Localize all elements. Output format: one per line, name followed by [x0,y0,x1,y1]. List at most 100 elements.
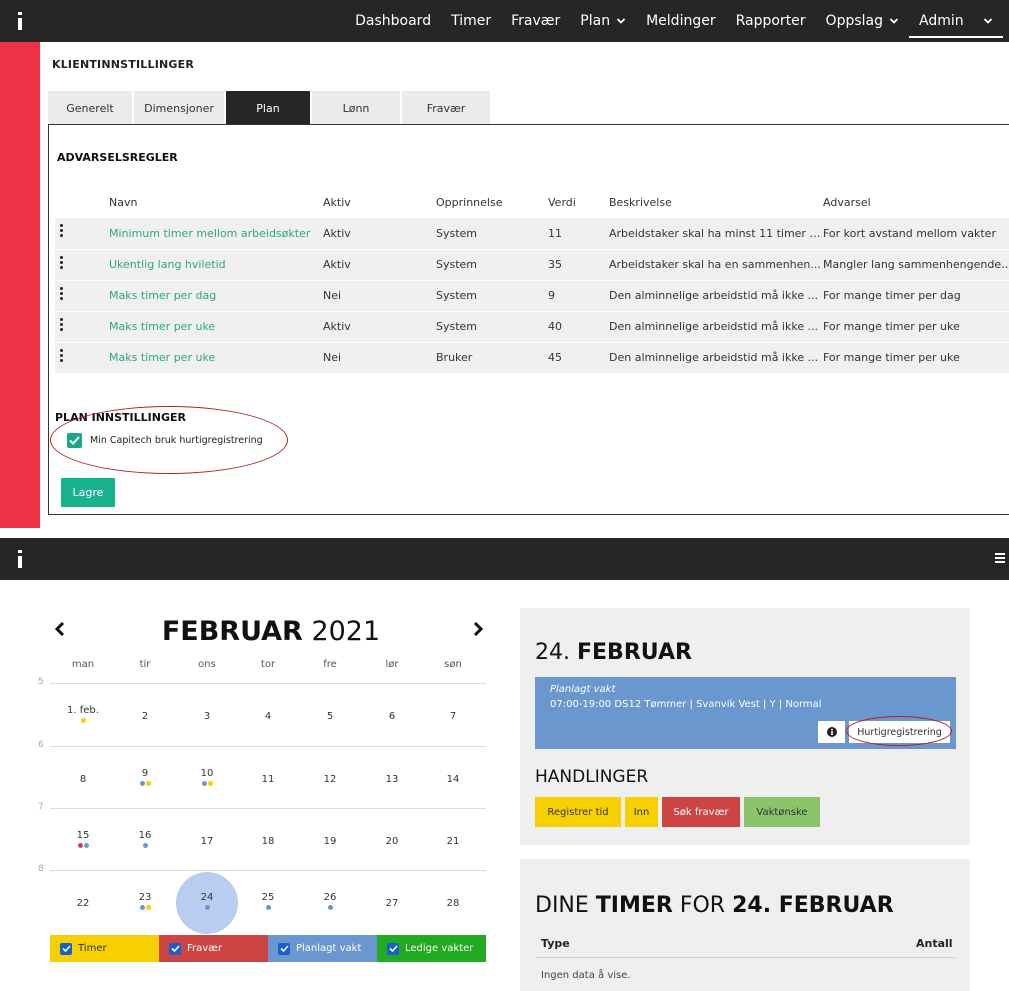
calendar-day[interactable]: 19 [310,836,350,847]
action-button-2[interactable]: Søk fravær [662,797,740,827]
nav-item-label: Plan [580,13,611,29]
row-menu-cell[interactable] [55,311,109,342]
tab-2[interactable]: Plan [226,91,310,125]
nav-item-7[interactable]: Admin [909,4,1003,38]
calendar-day[interactable]: 24 [187,892,227,903]
calendar-day[interactable]: 16 [125,830,165,841]
app-logo[interactable] [0,538,40,580]
calendar-day[interactable]: 14 [433,774,473,785]
rule-name-link[interactable]: Minimum timer mellom arbeidsøkter [109,218,323,249]
event-dot [142,843,148,848]
rule-name-link[interactable]: Ukentlig lang hviletid [109,249,323,280]
calendar-day[interactable]: 28 [433,898,473,909]
calendar-day[interactable]: 12 [310,774,350,785]
kebab-menu-icon[interactable] [60,224,64,239]
rule-name-link[interactable]: Maks timer per dag [109,280,323,311]
legend-filter-3[interactable]: Ledige vakter [377,935,486,962]
action-button-1[interactable]: Inn [625,797,658,827]
count-column-header: Antall [916,937,953,950]
event-dot [327,905,333,910]
calendar-day[interactable]: 25 [248,892,288,903]
quick-registration-option[interactable]: Min Capitech bruk hurtigregistrering [67,433,263,448]
hour-label: 6 [38,740,44,750]
calendar-day[interactable]: 13 [372,774,412,785]
legend-checkbox[interactable] [60,942,72,955]
action-button-0[interactable]: Registrer tid [535,797,621,827]
legend-checkbox[interactable] [278,942,290,955]
legend-filter-0[interactable]: Timer [50,935,159,962]
weekday-label: fre [323,659,337,670]
nav-item-6[interactable]: Oppslag [816,0,909,42]
nav-item-3[interactable]: Plan [570,0,636,42]
tab-3[interactable]: Lønn [312,91,400,125]
calendar-day[interactable]: 22 [63,898,103,909]
calendar-day[interactable]: 15 [63,830,103,841]
calendar-day[interactable]: 7 [433,711,473,722]
kebab-menu-icon[interactable] [60,317,64,333]
side-rail [0,42,40,528]
calendar-day[interactable]: 2 [125,711,165,722]
tab-1[interactable]: Dimensjoner [134,91,224,125]
nav-item-2[interactable]: Fravær [501,0,570,42]
calendar-day[interactable]: 4 [248,711,288,722]
table-row[interactable]: Maks timer per dag Nei System 9 Den alminnel… [55,280,1009,311]
calendar-day[interactable]: 1. feb. [63,705,103,716]
legend-checkbox[interactable] [387,942,399,955]
row-menu-cell[interactable] [55,280,109,311]
calendar-day[interactable]: 3 [187,711,227,722]
nav-item-5[interactable]: Rapporter [726,0,816,42]
legend-filter-1[interactable]: Fravær [159,935,268,962]
legend-checkbox[interactable] [169,942,181,955]
calendar-day[interactable]: 8 [63,774,103,785]
kebab-menu-icon[interactable] [60,286,64,302]
nav-item-1[interactable]: Timer [441,0,501,42]
tab-4[interactable]: Fravær [402,91,490,125]
table-row[interactable]: Minimum timer mellom arbeidsøkter Aktiv Sy… [55,218,1009,249]
calendar-day[interactable]: 27 [372,898,412,909]
tab-0[interactable]: Generelt [48,91,132,125]
app-logo[interactable] [0,0,40,42]
calendar-day[interactable]: 26 [310,892,350,903]
next-month-icon[interactable] [472,621,484,637]
calendar-title: FEBRUAR 2021 [50,616,492,647]
row-menu-cell[interactable] [55,249,109,280]
quick-registration-button[interactable]: Hurtigregistrering [849,721,950,743]
calendar-day[interactable]: 9 [125,768,165,779]
legend-filter-2[interactable]: Planlagt vakt [268,935,377,962]
rule-name-link[interactable]: Maks timer per uke [109,311,323,342]
rule-name-link[interactable]: Maks timer per uke [109,342,323,373]
nav-item-4[interactable]: Meldinger [636,0,726,42]
hour-gridline [50,870,486,871]
calendar-day[interactable]: 21 [433,836,473,847]
kebab-menu-icon[interactable] [60,348,64,364]
event-dot [139,781,145,786]
calendar-day[interactable]: 10 [187,768,227,779]
calendar-day[interactable]: 20 [372,836,412,847]
save-button[interactable]: Lagre [61,478,115,507]
action-button-3[interactable]: Vaktønske [744,797,820,827]
calendar-legend: Timer Fravær Planlagt vakt Ledige vakter [50,935,486,962]
empty-state-text: Ingen data å vise. [541,970,631,981]
nav-item-label: Rapporter [735,13,806,29]
calendar-day[interactable]: 6 [372,711,412,722]
calendar-day[interactable]: 23 [125,892,165,903]
cell-warning: For mange timer per dag [823,289,961,302]
nav-item-0[interactable]: Dashboard [345,0,441,42]
calendar-day[interactable]: 18 [248,836,288,847]
table-row[interactable]: Ukentlig lang hviletid Aktiv System 35 Arbei… [55,249,1009,280]
row-menu-cell[interactable] [55,218,109,249]
column-header-menu [55,187,109,218]
quick-registration-checkbox[interactable] [67,433,82,448]
weekday-label: lør [385,659,399,670]
kebab-menu-icon[interactable] [60,255,64,271]
calendar-day[interactable]: 11 [248,774,288,785]
calendar-day[interactable]: 5 [310,711,350,722]
menu-icon[interactable] [995,553,1005,563]
row-menu-cell[interactable] [55,342,109,373]
table-row[interactable]: Maks timer per uke Nei Bruker 45 Den alminne… [55,342,1009,373]
hour-label: 5 [38,677,44,687]
table-row[interactable]: Maks timer per uke Aktiv System 40 Den almin… [55,311,1009,342]
info-button[interactable] [818,721,845,743]
calendar-day[interactable]: 17 [187,836,227,847]
main-nav: Dashboard Timer Fravær Plan Meldinger Rapport… [345,0,1009,42]
